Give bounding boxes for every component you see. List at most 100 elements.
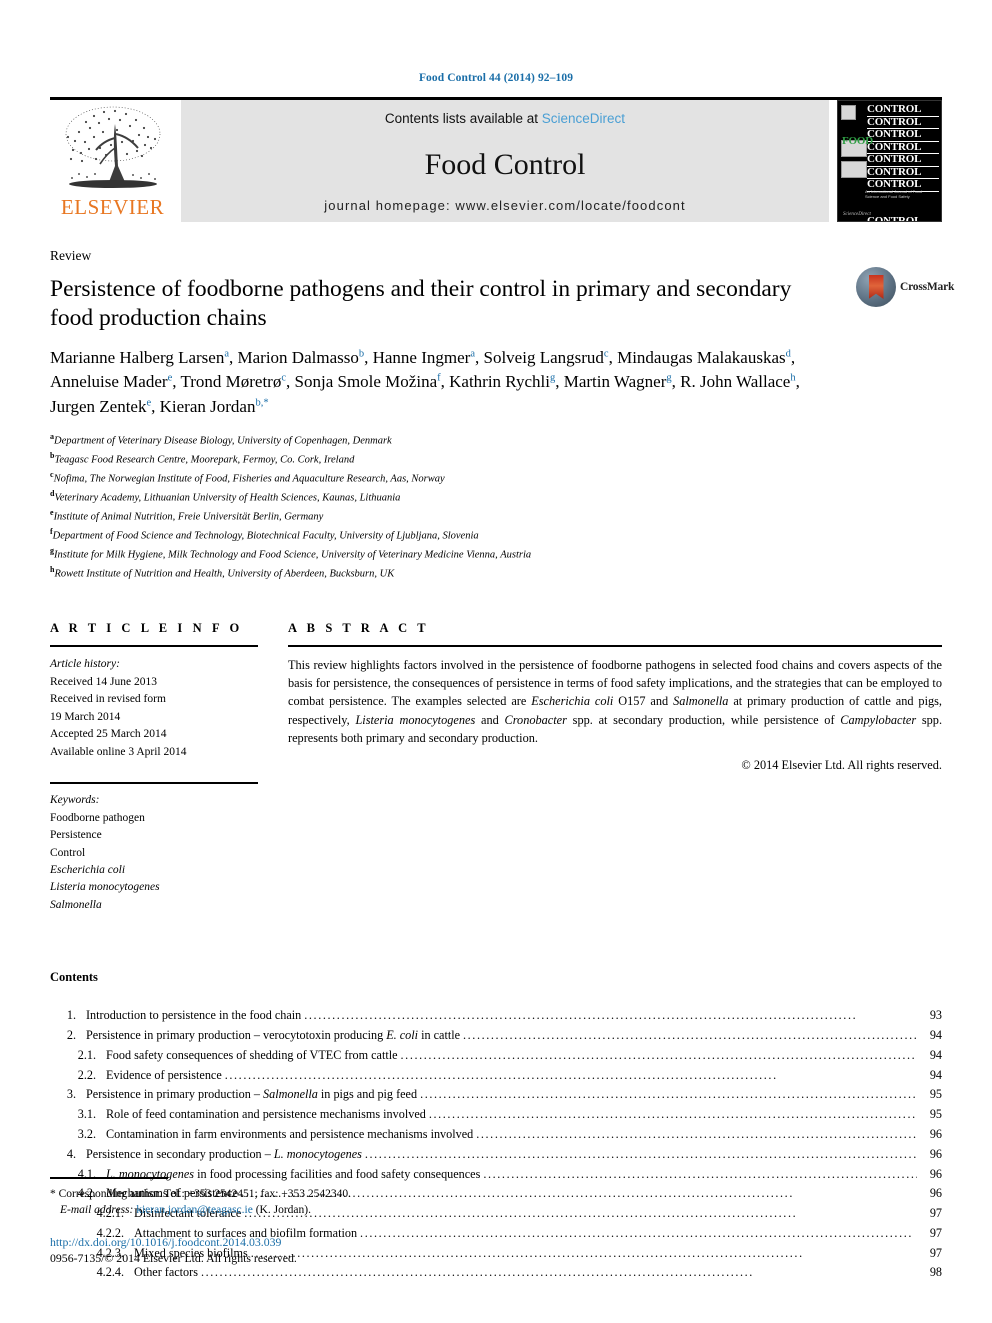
toc-entry[interactable]: 3.1. Role of feed contamination and persi… xyxy=(50,1105,942,1125)
article-head: Review Persistence of foodborne pathogen… xyxy=(50,248,954,419)
elsevier-logo[interactable]: ELSEVIER xyxy=(50,100,175,222)
author-affiliation-mark: d xyxy=(785,348,791,360)
author-affiliation-mark: b,* xyxy=(255,396,269,408)
abstract-heading: A B S T R A C T xyxy=(288,621,430,636)
toc-entry-label: Introduction to persistence in the food … xyxy=(86,1008,302,1023)
toc-entry-page: 95 xyxy=(929,1087,942,1102)
elsevier-tree-icon xyxy=(65,106,160,188)
toc-leader-dots: ........................................… xyxy=(420,1087,917,1102)
paper-page: Food Control 44 (2014) 92–109 ELSEVIER C… xyxy=(0,0,992,1323)
toc-entry-number: 1. xyxy=(66,1008,76,1023)
toc-entry-label: Persistence in primary production – vero… xyxy=(86,1028,461,1043)
toc-entry-label: Food safety consequences of shedding of … xyxy=(106,1047,398,1062)
affiliation-item: hRowett Institute of Nutrition and Healt… xyxy=(50,565,395,580)
toc-entry[interactable]: 2. Persistence in primary production – ve… xyxy=(50,1026,942,1046)
keywords-divider xyxy=(50,782,258,785)
abstract-divider xyxy=(288,645,942,648)
toc-entry-label: Evidence of persistence xyxy=(106,1067,222,1082)
toc-entry[interactable]: 2.2. Evidence of persistence.............… xyxy=(50,1066,942,1086)
crossmark-book-icon xyxy=(868,275,884,299)
toc-entry-number: 3. xyxy=(66,1087,76,1102)
author-affiliation-mark: g xyxy=(666,372,672,384)
article-type: Review xyxy=(50,248,92,263)
keyword-item: Control xyxy=(50,846,86,859)
email-link[interactable]: kieran.jordan@teagasc.ie xyxy=(136,1204,253,1216)
author-list: Marianne Halberg Larsena, Marion Dalmass… xyxy=(50,348,800,416)
cover-logo-box xyxy=(841,105,856,120)
article-info-heading: A R T I C L E I N F O xyxy=(50,621,243,636)
email-label: E-mail address: xyxy=(60,1204,134,1217)
author-name: R. John Wallace xyxy=(680,372,791,392)
toc-entry-number: 2. xyxy=(66,1028,76,1043)
crossmark-circle-icon xyxy=(856,267,896,307)
affiliation-mark: h xyxy=(50,565,55,575)
author-name: Jurgen Zentek xyxy=(50,396,147,416)
journal-homepage-link[interactable]: journal homepage: www.elsevier.com/locat… xyxy=(324,198,685,213)
author-affiliation-mark: c xyxy=(603,348,609,360)
toc-entry-number: 2.1. xyxy=(77,1047,96,1062)
toc-entry[interactable]: 1. Introduction to persistence in the foo… xyxy=(50,1006,942,1026)
affiliation-mark: g xyxy=(50,546,54,556)
toc-leader-dots: ........................................… xyxy=(400,1047,917,1062)
author-affiliation-mark: b xyxy=(358,348,365,360)
keyword-item: Foodborne pathogen xyxy=(50,811,145,824)
affiliation-item: aDepartment of Veterinary Disease Biolog… xyxy=(50,431,392,447)
corresponding-author-note: * Corresponding author. Tel.: +353 25424… xyxy=(50,1186,942,1219)
cover-word-1: CONTROL xyxy=(867,103,939,117)
author-affiliation-mark: g xyxy=(549,372,556,384)
author-affiliation-mark: a xyxy=(470,348,475,360)
masthead-center: Contents lists available at ScienceDirec… xyxy=(181,100,829,222)
toc-entry[interactable]: 4.2.4. Other factors.....................… xyxy=(50,1263,942,1283)
toc-leader-dots: ........................................… xyxy=(463,1028,917,1043)
author-name: Solveig Langsrud xyxy=(483,348,604,368)
article-history-item: Received 14 June 2013 xyxy=(50,675,157,688)
article-history-items: Received 14 June 2013 Received in revised… xyxy=(50,674,258,761)
affiliation-item: dVeterinary Academy, Lithuanian Universi… xyxy=(50,488,401,504)
taxon-name: Escherichia coli xyxy=(531,694,614,709)
toc-entry-page: 96 xyxy=(929,1146,942,1161)
page-title: Persistence of foodborne pathogens and t… xyxy=(50,276,792,331)
issn-copyright: 0956-7135/© 2014 Elsevier Ltd. All right… xyxy=(50,1251,297,1265)
author-name: Kieran Jordan xyxy=(159,396,256,416)
toc-leader-dots: ........................................… xyxy=(476,1127,917,1141)
article-history-label: Article history: xyxy=(50,658,120,671)
toc-entry-label: Other factors xyxy=(134,1265,198,1280)
cover-subtitle: An International Journal of Food Science… xyxy=(865,189,922,200)
contents-prefix-text: Contents lists available at xyxy=(384,111,539,126)
corresponding-author-text: * Corresponding author. Tel.: +353 25424… xyxy=(50,1187,352,1200)
journal-cover-thumbnail[interactable]: CONTROL CONTROL CONTROL CONTROL CONTROL … xyxy=(837,100,942,222)
toc-entry[interactable]: 3.2. Contamination in farm environments a… xyxy=(50,1125,942,1145)
toc-entry[interactable]: 2.1. Food safety consequences of shedding… xyxy=(50,1046,942,1066)
abstract-column: A B S T R A C T This review highlights f… xyxy=(288,621,942,914)
cover-word-5: CONTROL xyxy=(867,154,939,167)
email-suffix: (K. Jordan). xyxy=(255,1204,311,1217)
affiliation-mark: a xyxy=(50,431,54,441)
toc-entry[interactable]: 3. Persistence in primary production – Sa… xyxy=(50,1085,942,1105)
taxon-name: Cronobacter xyxy=(504,712,567,727)
toc-entry-number: 3.1. xyxy=(77,1107,96,1122)
affiliation-mark: c xyxy=(50,469,54,479)
toc-leader-dots: ........................................… xyxy=(200,1265,754,1280)
author-name: Hanne Ingmer xyxy=(372,348,471,368)
toc-leader-dots: ........................................… xyxy=(304,1008,858,1023)
taxon-name: Campylobacter xyxy=(840,712,917,727)
author-name: Kathrin Rychli xyxy=(449,372,550,392)
keywords-block: Keywords: Foodborne pathogen Persistence C… xyxy=(50,792,258,914)
crossmark-badge[interactable]: CrossMark xyxy=(856,266,954,308)
cover-food-word: FOOD xyxy=(842,135,873,147)
author-name: Marianne Halberg Larsen xyxy=(50,348,225,368)
abstract-copyright: © 2014 Elsevier Ltd. All rights reserved… xyxy=(741,757,942,772)
sciencedirect-link[interactable]: ScienceDirect xyxy=(542,111,625,126)
article-history-item: Available online 3 April 2014 xyxy=(50,745,187,758)
author-affiliation-mark: a xyxy=(224,348,230,360)
contents-available-line: Contents lists available at ScienceDirec… xyxy=(385,111,625,126)
toc-entry[interactable]: 4. Persistence in secondary production – … xyxy=(50,1145,942,1165)
toc-entry-page: 98 xyxy=(929,1265,942,1280)
elsevier-wordmark: ELSEVIER xyxy=(60,195,165,219)
page-footer: * Corresponding author. Tel.: +353 25424… xyxy=(50,1177,942,1266)
doi-link[interactable]: http://dx.doi.org/10.1016/j.foodcont.201… xyxy=(50,1235,942,1250)
article-info-column: A R T I C L E I N F O Article history: R… xyxy=(50,621,288,914)
affiliation-mark: b xyxy=(50,450,55,460)
taxon-name: L. monocytogenes xyxy=(273,1146,362,1161)
taxon-name: Listeria monocytogenes xyxy=(355,712,476,727)
